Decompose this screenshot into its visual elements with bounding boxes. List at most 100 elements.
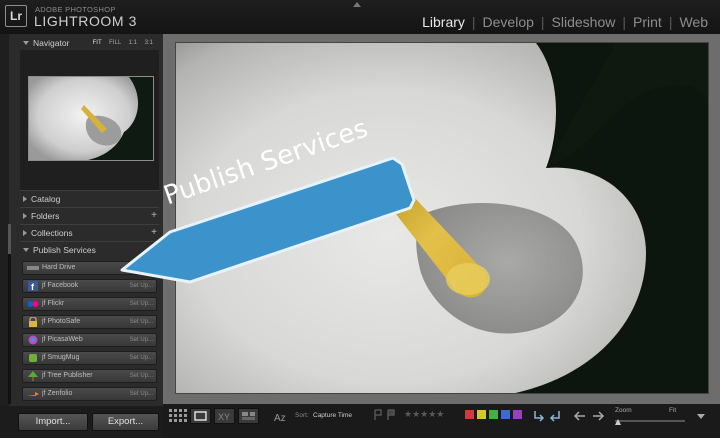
collapse-triangle-icon [23,41,29,46]
service-setup-button[interactable]: Set Up... [130,370,153,382]
folders-header[interactable]: Folders + [20,208,159,224]
compare-view-icon: XY [218,412,230,422]
module-separator: | [668,14,673,30]
calla-lily-photo [176,43,708,393]
import-button[interactable]: Import... [18,413,88,431]
sort-label: Sort: [295,412,309,419]
service-name: jf Zenfolio [42,390,73,397]
tree-icon [28,371,38,381]
module-separator: | [471,14,476,30]
service-name: jf SmugMug [42,354,80,361]
navigator-zoom-modes: FIT FILL 1:1 3:1 [87,35,153,51]
hard-drive-icon [27,266,39,270]
zenfolio-icon [27,392,39,396]
service-facebook[interactable]: f jf Facebook Set Up... [22,279,157,293]
survey-view-icon [242,412,255,420]
rotate-icons[interactable] [531,408,563,424]
expand-triangle-icon [23,196,27,203]
color-label-green[interactable] [489,410,498,419]
color-label-red[interactable] [465,410,474,419]
loupe-view-icon [194,411,207,421]
survey-view-button[interactable] [238,408,259,424]
flickr-icon [27,301,39,307]
service-hard-drive[interactable]: Hard Drive [22,261,157,275]
service-tree-publisher[interactable]: jf Tree Publisher Set Up... [22,369,157,383]
service-flickr[interactable]: jf Flickr Set Up... [22,297,157,311]
service-photosafe[interactable]: jf PhotoSafe Set Up... [22,315,157,329]
service-zenfolio[interactable]: jf Zenfolio Set Up... [22,387,157,401]
service-name: Hard Drive [42,264,76,271]
flag-icons[interactable] [372,408,400,422]
lock-icon [29,317,37,327]
expand-triangle-icon [23,230,27,237]
main-photo[interactable] [175,42,709,394]
add-folder-icon[interactable]: + [151,208,157,224]
service-setup-button[interactable]: Set Up... [130,352,153,364]
panel-scrollbar-track[interactable] [8,254,11,404]
publish-services-header[interactable]: Publish Services [20,242,159,258]
zoom-mode-fit[interactable]: FIT [93,40,102,46]
facebook-icon: f [28,281,38,291]
navigator-thumbnail[interactable] [28,76,154,161]
catalog-header[interactable]: Catalog [20,191,159,207]
toolbar-menu-chevron-icon[interactable] [696,413,706,421]
collections-title: Collections [31,228,73,238]
service-name: jf PhotoSafe [42,318,81,325]
navigator-header[interactable]: Navigator FIT FILL 1:1 3:1 [20,35,159,51]
brand-title: LIGHTROOM 3 [34,13,138,29]
zoom-fit-label: Fit [669,407,677,414]
module-web[interactable]: Web [679,14,708,30]
module-separator: | [622,14,627,30]
folders-title: Folders [31,211,60,221]
service-setup-button[interactable]: Set Up... [130,316,153,328]
zoom-mode-1-1[interactable]: 1:1 [129,40,137,46]
module-slideshow[interactable]: Slideshow [552,14,616,30]
top-panel-toggle-icon[interactable] [353,2,361,7]
color-label-yellow[interactable] [477,410,486,419]
panel-scrollbar-thumb[interactable] [8,224,11,254]
bottom-toolbar: XY Az Sort: Capture Time ★★★★★ Zoom Fit [163,404,720,438]
calla-lily-thumbnail-image [29,77,153,160]
expand-triangle-icon [23,213,27,220]
zoom-slider[interactable] [615,417,687,427]
service-setup-button[interactable]: Set Up... [130,388,153,400]
module-library[interactable]: Library [422,14,465,30]
service-setup-button[interactable]: Set Up... [130,280,153,292]
navigate-arrows-icon[interactable] [572,409,606,423]
service-setup-button[interactable]: Set Up... [130,298,153,310]
smugmug-icon [29,354,37,362]
loupe-view-button[interactable] [190,408,211,424]
svg-text:Az: Az [274,413,286,424]
publish-services-title: Publish Services [33,245,96,255]
top-bar: Lr ADOBE PHOTOSHOP LIGHTROOM 3 Library |… [0,0,720,34]
grid-view-icon[interactable] [169,409,187,423]
loupe-view[interactable] [163,34,720,404]
collections-header[interactable]: Collections + [20,225,159,241]
color-label-blue[interactable] [501,410,510,419]
import-export-bar: Import... Export... [0,406,163,438]
left-panel: Navigator FIT FILL 1:1 3:1 Catalog Folde… [0,34,163,438]
lightroom-logo: Lr [5,5,27,27]
module-develop[interactable]: Develop [483,14,534,30]
module-picker: Library | Develop | Slideshow | Print | … [422,14,708,30]
service-picasaweb[interactable]: jf PicasaWeb Set Up... [22,333,157,347]
service-name: jf Tree Publisher [42,372,93,379]
add-collection-icon[interactable]: + [151,225,157,241]
export-button[interactable]: Export... [92,413,159,431]
service-name: jf PicasaWeb [42,336,83,343]
zoom-mode-3-1[interactable]: 3:1 [145,40,153,46]
star-rating[interactable]: ★★★★★ [404,409,444,420]
zoom-mode-fill[interactable]: FILL [109,40,121,46]
service-setup-button[interactable]: Set Up... [130,334,153,346]
zoom-label: Zoom [615,407,632,414]
module-print[interactable]: Print [633,14,662,30]
module-separator: | [540,14,545,30]
picasa-icon [28,335,38,345]
service-name: jf Facebook [42,282,79,289]
sort-direction-icon[interactable]: Az [272,409,290,425]
color-label-purple[interactable] [513,410,522,419]
service-smugmug[interactable]: jf SmugMug Set Up... [22,351,157,365]
navigator-title: Navigator [33,38,70,48]
sort-dropdown[interactable]: Capture Time [313,412,352,419]
compare-view-button[interactable]: XY [214,408,235,424]
